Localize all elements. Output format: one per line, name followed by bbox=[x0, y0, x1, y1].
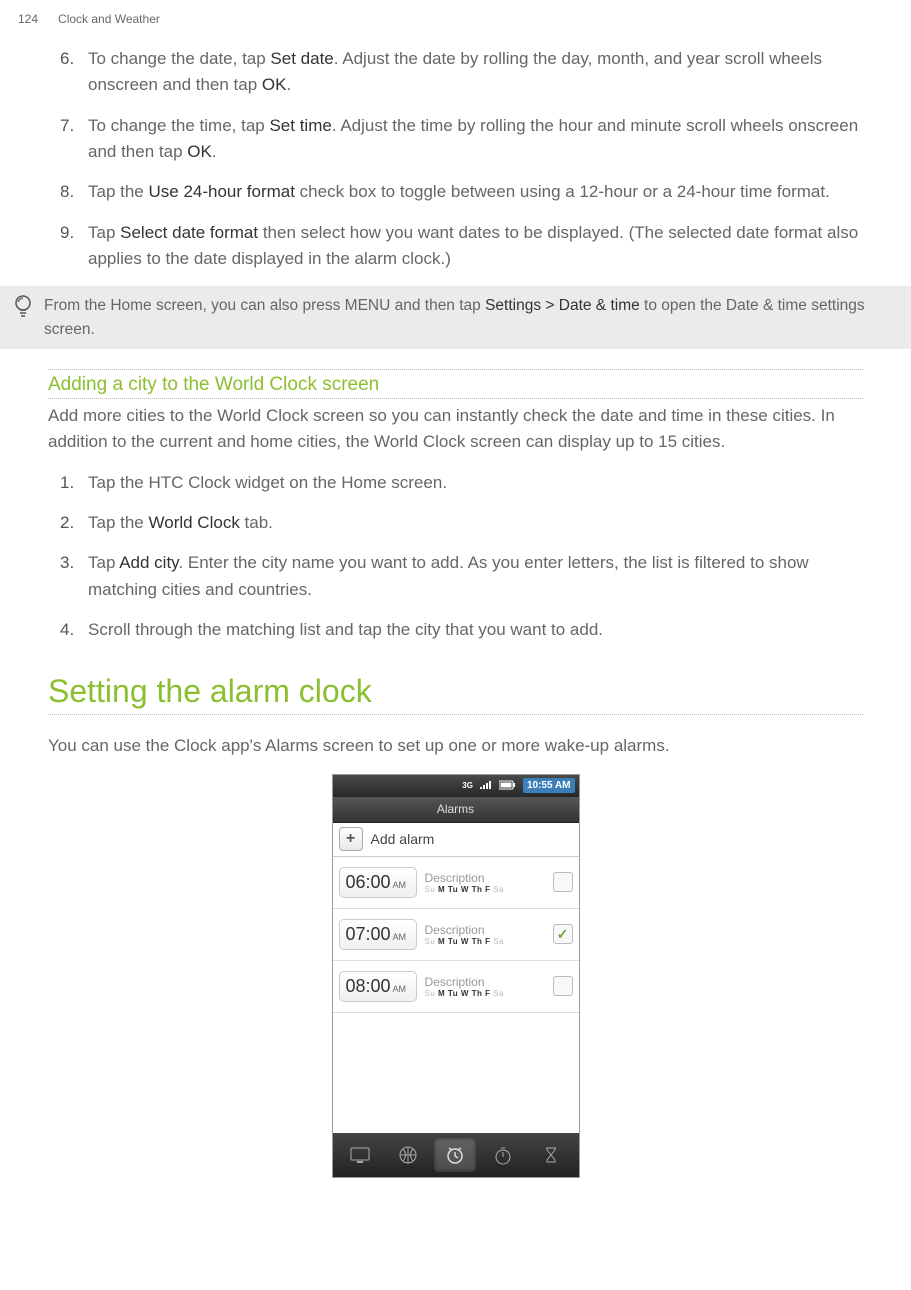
nav-timer-icon[interactable] bbox=[530, 1138, 572, 1172]
step-b4: 4. Scroll through the matching list and … bbox=[88, 617, 863, 643]
status-bar: 3G 10:55 AM bbox=[333, 775, 579, 797]
blank-area bbox=[333, 1013, 579, 1133]
alarm-ampm: AM bbox=[393, 880, 407, 890]
alarm-days: Su M Tu W Th F Sa bbox=[425, 885, 553, 894]
alarm-info: Description Su M Tu W Th F Sa bbox=[425, 923, 553, 946]
alarm-time: 07:00 bbox=[346, 924, 391, 945]
alarm-info: Description Su M Tu W Th F Sa bbox=[425, 975, 553, 998]
text: tab. bbox=[240, 513, 273, 532]
alarm-time: 06:00 bbox=[346, 872, 391, 893]
step-b3: 3. Tap Add city. Enter the city name you… bbox=[88, 550, 863, 603]
step-9: 9. Tap Select date format then select ho… bbox=[88, 220, 863, 273]
alarm-days: Su M Tu W Th F Sa bbox=[425, 989, 553, 998]
alarm-time: 08:00 bbox=[346, 976, 391, 997]
divider bbox=[48, 369, 863, 370]
alarm-time-box[interactable]: 08:00 AM bbox=[339, 971, 417, 1002]
bottom-nav bbox=[333, 1133, 579, 1177]
alarm-days: Su M Tu W Th F Sa bbox=[425, 937, 553, 946]
text: . bbox=[286, 75, 291, 94]
bold: OK bbox=[187, 142, 212, 161]
text: Scroll through the matching list and tap… bbox=[88, 620, 603, 639]
screen-title: Alarms bbox=[333, 797, 579, 823]
alarm-row-0[interactable]: 06:00 AM Description Su M Tu W Th F Sa bbox=[333, 857, 579, 909]
step-6: 6. To change the date, tap Set date. Adj… bbox=[88, 46, 863, 99]
status-time: 10:55 AM bbox=[523, 778, 575, 793]
battery-icon bbox=[499, 777, 517, 795]
nav-desk-clock-icon[interactable] bbox=[339, 1138, 381, 1172]
bold: OK bbox=[262, 75, 287, 94]
bold: Use 24-hour format bbox=[149, 182, 295, 201]
alarm-description: Description bbox=[425, 923, 553, 937]
divider bbox=[48, 714, 863, 715]
tip-text: From the Home screen, you can also press… bbox=[44, 294, 891, 341]
lightbulb-icon bbox=[10, 294, 36, 320]
tip-box: From the Home screen, you can also press… bbox=[0, 286, 911, 349]
alarm-time-box[interactable]: 07:00 AM bbox=[339, 919, 417, 950]
network-icon: 3G bbox=[462, 781, 473, 790]
chapter-title: Clock and Weather bbox=[58, 12, 160, 26]
nav-world-clock-icon[interactable] bbox=[387, 1138, 429, 1172]
text: Tap the HTC Clock widget on the Home scr… bbox=[88, 473, 447, 492]
bold: Select date format bbox=[120, 223, 258, 242]
bold: Set date bbox=[270, 49, 333, 68]
alarm-description: Description bbox=[425, 975, 553, 989]
text: . Enter the city name you want to add. A… bbox=[88, 553, 809, 598]
alarm-time-box[interactable]: 06:00 AM bbox=[339, 867, 417, 898]
page-number: 124 bbox=[18, 12, 38, 26]
alarm-info: Description Su M Tu W Th F Sa bbox=[425, 871, 553, 894]
page-header: 124 Clock and Weather bbox=[0, 0, 911, 46]
steps-list-a: 6. To change the date, tap Set date. Adj… bbox=[48, 46, 863, 272]
step-b1: 1. Tap the HTC Clock widget on the Home … bbox=[88, 470, 863, 496]
text: Tap bbox=[88, 223, 120, 242]
alarm-ampm: AM bbox=[393, 932, 407, 942]
bold: Add city bbox=[119, 553, 178, 572]
divider bbox=[48, 398, 863, 399]
step-7: 7. To change the time, tap Set time. Adj… bbox=[88, 113, 863, 166]
nav-alarms-icon[interactable] bbox=[434, 1138, 476, 1172]
text: . bbox=[212, 142, 217, 161]
text: Tap bbox=[88, 553, 119, 572]
signal-icon bbox=[479, 777, 493, 795]
alarm-checkbox[interactable] bbox=[553, 924, 573, 944]
bold: Set time bbox=[269, 116, 331, 135]
phone-screenshot: 3G 10:55 AM Alarms + Add alarm 06:00 AM … bbox=[332, 774, 580, 1178]
subsection-title: Adding a city to the World Clock screen bbox=[48, 374, 863, 396]
step-8: 8. Tap the Use 24-hour format check box … bbox=[88, 179, 863, 205]
alarm-row-1[interactable]: 07:00 AM Description Su M Tu W Th F Sa bbox=[333, 909, 579, 961]
text: Tap the bbox=[88, 513, 149, 532]
section-intro: You can use the Clock app's Alarms scree… bbox=[48, 733, 863, 759]
text: To change the time, tap bbox=[88, 116, 269, 135]
alarm-checkbox[interactable] bbox=[553, 872, 573, 892]
steps-list-b: 1. Tap the HTC Clock widget on the Home … bbox=[48, 470, 863, 644]
nav-stopwatch-icon[interactable] bbox=[482, 1138, 524, 1172]
step-b2: 2. Tap the World Clock tab. bbox=[88, 510, 863, 536]
alarm-ampm: AM bbox=[393, 984, 407, 994]
alarm-description: Description bbox=[425, 871, 553, 885]
add-alarm-label: Add alarm bbox=[371, 831, 435, 847]
text: To change the date, tap bbox=[88, 49, 270, 68]
subsection-intro: Add more cities to the World Clock scree… bbox=[48, 403, 863, 456]
content-body: 6. To change the date, tap Set date. Adj… bbox=[0, 46, 911, 272]
text: From the Home screen, you can also press… bbox=[44, 297, 485, 314]
add-alarm-row[interactable]: + Add alarm bbox=[333, 823, 579, 857]
bold: Settings > Date & time bbox=[485, 297, 640, 314]
text: Tap the bbox=[88, 182, 149, 201]
alarm-row-2[interactable]: 08:00 AM Description Su M Tu W Th F Sa bbox=[333, 961, 579, 1013]
plus-icon[interactable]: + bbox=[339, 827, 363, 851]
text: check box to toggle between using a 12-h… bbox=[295, 182, 830, 201]
bold: World Clock bbox=[149, 513, 240, 532]
alarm-checkbox[interactable] bbox=[553, 976, 573, 996]
section-title: Setting the alarm clock bbox=[48, 673, 863, 710]
